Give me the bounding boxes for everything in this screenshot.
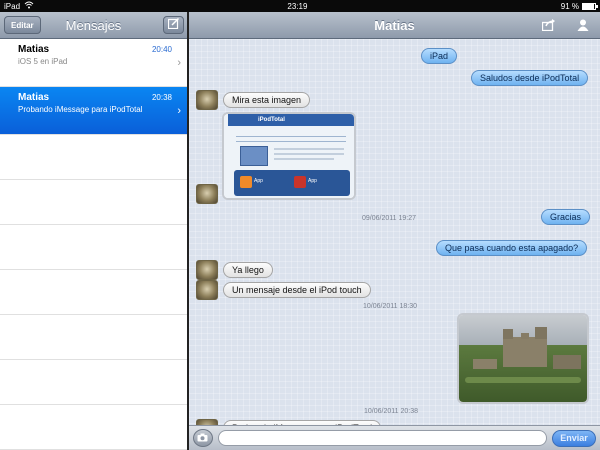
empty-row	[0, 405, 187, 450]
chevron-right-icon: ›	[177, 105, 181, 117]
status-bar: iPad 23:19 91 %	[0, 0, 600, 12]
device-label: iPad	[4, 1, 21, 11]
message-bubble-sent[interactable]: Saludos desde iPodTotal	[471, 70, 589, 86]
image-attachment-screenshot[interactable]: iPodTotal App App	[222, 112, 356, 200]
conversation-time: 20:38	[151, 93, 172, 102]
message-bubble-sent[interactable]: Que pasa cuando esta apagado?	[436, 240, 588, 256]
empty-row	[0, 360, 187, 405]
sidebar-header: Editar Mensajes	[0, 12, 187, 39]
share-icon[interactable]	[541, 18, 557, 32]
compose-button[interactable]	[163, 16, 184, 34]
screenshot-app-left: App	[254, 178, 263, 184]
conversation-time: 20:40	[151, 45, 172, 54]
battery-icon	[582, 2, 598, 10]
screenshot-logo: iPodTotal	[228, 114, 354, 126]
empty-row	[0, 315, 187, 360]
wifi-icon	[24, 1, 34, 11]
image-attachment-photo[interactable]	[457, 313, 589, 404]
timestamp: 10/06/2011 18:30	[363, 303, 417, 310]
composer-bar: Enviar	[189, 425, 600, 450]
timestamp: 10/06/2011 20:38	[364, 408, 418, 415]
avatar	[196, 260, 218, 280]
send-button[interactable]: Enviar	[552, 429, 596, 447]
conversation-preview: Probando iMessage para iPodTotal	[18, 105, 143, 114]
avatar	[196, 280, 218, 300]
message-bubble-received[interactable]: Mira esta imagen	[223, 92, 311, 108]
timestamp: 09/06/2011 19:27	[362, 215, 416, 222]
edit-button[interactable]: Editar	[4, 16, 41, 34]
message-bubble-sent[interactable]: iPad	[421, 48, 458, 64]
empty-row	[0, 180, 187, 225]
avatar	[196, 184, 218, 204]
empty-row	[0, 135, 187, 180]
chat-pane: Matias iPad Saludos desde iPodTotal Mira…	[189, 12, 600, 450]
conversation-item[interactable]: Matias iOS 5 en iPad 20:40 ›	[0, 39, 187, 87]
message-input[interactable]	[217, 430, 548, 446]
avatar	[196, 90, 218, 110]
chevron-right-icon: ›	[177, 57, 181, 69]
clock: 23:19	[287, 1, 308, 11]
empty-row	[0, 270, 187, 315]
message-bubble-received[interactable]: Un mensaje desde el iPod touch	[223, 282, 371, 298]
message-bubble-sent[interactable]: Gracias	[541, 209, 591, 225]
message-thread: iPad Saludos desde iPodTotal Mira esta i…	[189, 39, 600, 439]
empty-row	[0, 225, 187, 270]
camera-icon	[197, 429, 208, 447]
battery-percent: 91 %	[560, 1, 579, 11]
camera-button[interactable]	[193, 429, 213, 447]
contact-icon[interactable]	[575, 18, 591, 32]
chat-header: Matias	[189, 12, 600, 39]
screenshot-app-right: App	[308, 178, 317, 184]
message-bubble-received[interactable]: Ya llego	[223, 262, 273, 278]
conversation-list: Editar Mensajes Matias iOS 5 en iPad 20:…	[0, 12, 187, 450]
conversation-preview: iOS 5 en iPad	[18, 57, 68, 66]
compose-icon	[167, 16, 180, 34]
chat-title: Matias	[374, 17, 415, 33]
conversation-item-selected[interactable]: Matias Probando iMessage para iPodTotal …	[0, 87, 187, 135]
